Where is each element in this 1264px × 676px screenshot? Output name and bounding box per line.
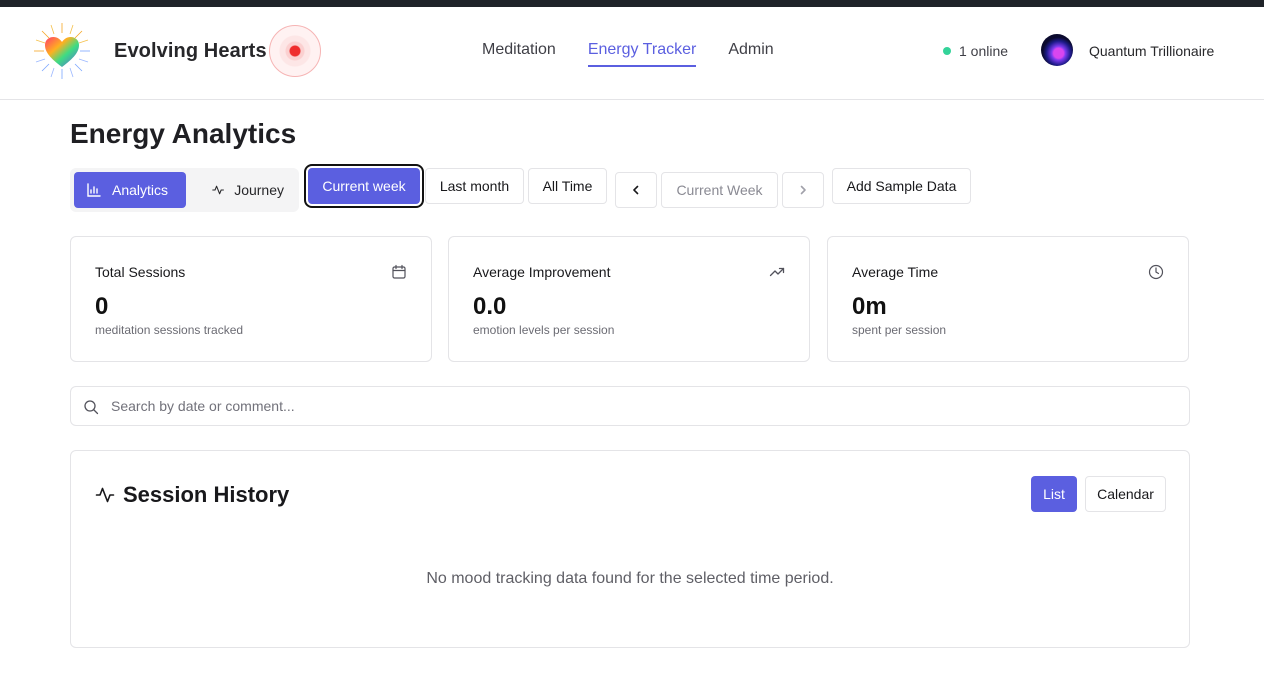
stat-card-total-sessions: Total Sessions 0 meditation sessions tra… bbox=[70, 236, 432, 362]
top-bar bbox=[0, 0, 1264, 7]
calendar-icon bbox=[392, 264, 406, 279]
period-label: Current Week bbox=[661, 172, 778, 208]
nav-energy-tracker[interactable]: Energy Tracker bbox=[587, 41, 697, 67]
pulse-indicator-icon[interactable] bbox=[269, 25, 321, 77]
chevron-left-icon bbox=[633, 185, 639, 195]
online-status: 1 online bbox=[943, 43, 1008, 59]
session-history-panel: Session History List Calendar No mood tr… bbox=[70, 450, 1190, 648]
trending-up-icon bbox=[769, 267, 785, 277]
stat-subtitle: meditation sessions tracked bbox=[95, 323, 244, 337]
search-icon bbox=[84, 400, 99, 415]
online-dot-icon bbox=[943, 47, 951, 55]
view-toggle: Analytics Journey bbox=[70, 168, 299, 212]
online-count: 1 online bbox=[959, 43, 1009, 59]
stat-value: 0 bbox=[95, 293, 109, 320]
username[interactable]: Quantum Trillionaire bbox=[1089, 43, 1214, 59]
avatar[interactable] bbox=[1041, 34, 1073, 66]
nav-admin[interactable]: Admin bbox=[728, 41, 773, 67]
session-history-title: Session History bbox=[123, 482, 290, 507]
empty-state-message: No mood tracking data found for the sele… bbox=[426, 570, 834, 587]
list-view-button[interactable]: List bbox=[1031, 476, 1077, 512]
main-nav: Meditation Energy Tracker Admin bbox=[482, 41, 774, 67]
session-history-header: Session History bbox=[95, 482, 289, 508]
tab-journey-label: Journey bbox=[234, 182, 284, 198]
tab-analytics-label: Analytics bbox=[112, 182, 169, 198]
activity-icon bbox=[212, 185, 224, 195]
range-all-time-button[interactable]: All Time bbox=[528, 168, 607, 204]
bar-chart-icon bbox=[87, 183, 101, 197]
nav-meditation[interactable]: Meditation bbox=[482, 41, 556, 67]
brand-name[interactable]: Evolving Hearts bbox=[114, 40, 267, 63]
stat-title: Average Improvement bbox=[473, 264, 611, 280]
stat-value: 0m bbox=[852, 293, 887, 320]
activity-icon bbox=[95, 487, 115, 503]
clock-icon bbox=[1148, 264, 1164, 280]
stat-subtitle: spent per session bbox=[852, 323, 947, 337]
range-last-month-button[interactable]: Last month bbox=[425, 168, 524, 204]
next-period-button[interactable] bbox=[782, 172, 824, 208]
tab-analytics[interactable]: Analytics bbox=[74, 172, 186, 208]
heart-logo-icon[interactable] bbox=[32, 21, 92, 81]
range-current-week-button[interactable]: Current week bbox=[308, 168, 420, 204]
stat-subtitle: emotion levels per session bbox=[473, 323, 615, 337]
prev-period-button[interactable] bbox=[615, 172, 657, 208]
tab-journey[interactable]: Journey bbox=[200, 172, 296, 208]
search-box bbox=[70, 386, 1190, 426]
stat-title: Total Sessions bbox=[95, 264, 186, 280]
page-title: Energy Analytics bbox=[70, 118, 297, 149]
app-header: Evolving Hearts Meditation Energy Tracke… bbox=[0, 7, 1264, 100]
add-sample-data-button[interactable]: Add Sample Data bbox=[832, 168, 971, 204]
stat-card-average-time: Average Time 0m spent per session bbox=[827, 236, 1189, 362]
stat-title: Average Time bbox=[852, 264, 939, 280]
search-input[interactable] bbox=[111, 395, 1171, 417]
chevron-right-icon bbox=[800, 185, 806, 195]
stat-value: 0.0 bbox=[473, 293, 507, 320]
stat-card-average-improvement: Average Improvement 0.0 emotion levels p… bbox=[448, 236, 810, 362]
calendar-view-button[interactable]: Calendar bbox=[1085, 476, 1166, 512]
